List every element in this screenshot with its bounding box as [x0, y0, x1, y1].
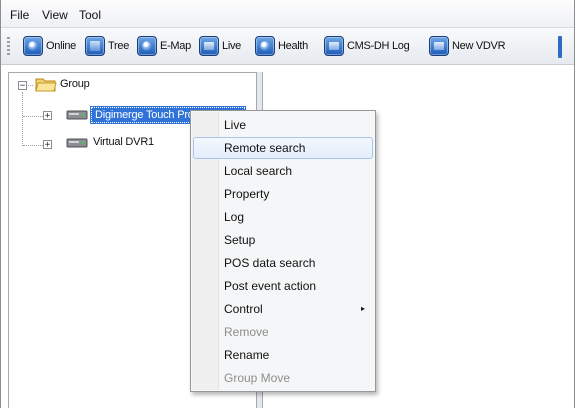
ctx-item-live[interactable]: Live [193, 114, 373, 136]
dvr-device-icon [66, 110, 88, 120]
menu-bar: File View Tool [1, 0, 574, 28]
toolbar-end-marker [558, 36, 562, 58]
online-button[interactable]: Online [23, 34, 76, 58]
expand-toggle-dvr1[interactable]: + [43, 111, 52, 121]
menu-tool[interactable]: Tool [79, 8, 101, 22]
health-button-label: Health [278, 40, 308, 52]
cms-log-button-label: CMS-DH Log [347, 40, 410, 52]
tree-button-label: Tree [108, 40, 130, 52]
tree-button[interactable]: Tree [85, 34, 129, 58]
ctx-item-control-label: Control [224, 302, 263, 316]
ctx-item-post-event-action[interactable]: Post event action [193, 275, 373, 297]
tree-connector [22, 92, 23, 146]
globe-icon [137, 36, 157, 56]
virtual-dvr-icon [66, 138, 88, 148]
health-check-icon [255, 36, 275, 56]
toolbar-grip[interactable] [7, 37, 10, 57]
folder-icon [35, 78, 57, 92]
ctx-item-remove: Remove [224, 325, 269, 339]
tree-node-group[interactable]: Group [60, 78, 90, 90]
ctx-item-local-search[interactable]: Local search [193, 160, 373, 182]
online-button-label: Online [46, 40, 76, 52]
ctx-item-remote-search[interactable]: Remote search [193, 137, 373, 159]
tree-node-virtual-dvr1[interactable]: Virtual DVR1 [93, 136, 154, 148]
ctx-item-log[interactable]: Log [193, 206, 373, 228]
new-vdvr-button-label: New VDVR [452, 40, 506, 52]
expand-toggle-virtual-dvr1[interactable]: + [43, 140, 52, 150]
toolbar: Online Tree E-Map Live Health CMS-DH Log… [1, 28, 574, 65]
tree-connector [23, 145, 43, 146]
emap-button-label: E-Map [160, 40, 191, 52]
ctx-item-group-move: Group Move [224, 371, 291, 385]
collapse-toggle-group[interactable]: − [18, 81, 27, 91]
app-window: File View Tool Online Tree E-Map Live He… [0, 0, 575, 408]
emap-button[interactable]: E-Map [137, 34, 191, 58]
menu-file[interactable]: File [10, 8, 29, 22]
new-vdvr-icon [429, 36, 449, 56]
menu-view[interactable]: View [42, 8, 68, 22]
live-button-label: Live [222, 40, 241, 52]
online-icon [23, 36, 43, 56]
cms-log-button[interactable]: CMS-DH Log [324, 34, 410, 58]
ctx-item-pos-data-search[interactable]: POS data search [193, 252, 373, 274]
ctx-item-setup[interactable]: Setup [193, 229, 373, 251]
log-icon [324, 36, 344, 56]
ctx-item-rename[interactable]: Rename [193, 344, 373, 366]
submenu-arrow-icon: ▸ [360, 304, 365, 313]
tree-icon [85, 36, 105, 56]
tree-connector [23, 116, 43, 117]
live-button[interactable]: Live [199, 34, 241, 58]
monitor-icon [199, 36, 219, 56]
ctx-item-control[interactable]: Control ▸ [193, 298, 373, 320]
ctx-item-property[interactable]: Property [193, 183, 373, 205]
context-menu: Live Remote search Local search Property… [190, 110, 376, 392]
health-button[interactable]: Health [255, 34, 308, 58]
new-vdvr-button[interactable]: New VDVR [429, 34, 506, 58]
